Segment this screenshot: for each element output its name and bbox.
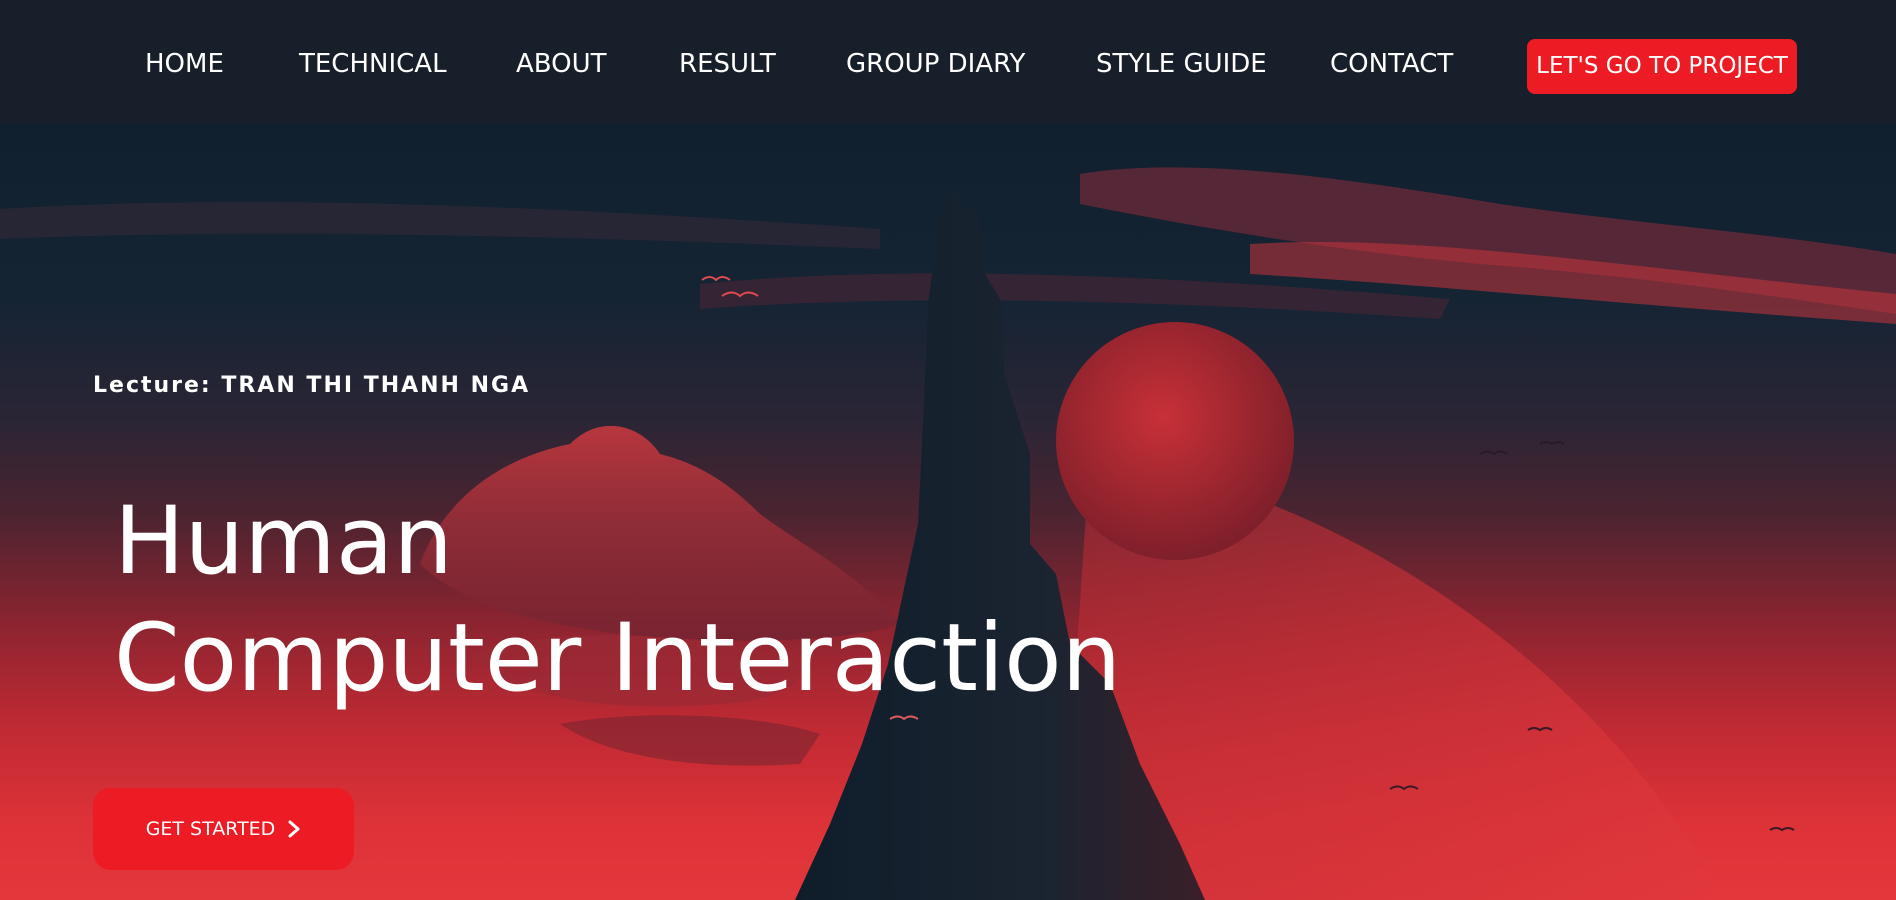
- nav-group-diary-link[interactable]: GROUP DIARY: [846, 48, 1025, 80]
- hero-section: Lecture: TRAN THI THANH NGA Human Comput…: [0, 124, 1896, 900]
- top-navigation-bar: HOME TECHNICAL ABOUT RESULT GROUP DIARY …: [0, 0, 1896, 124]
- nav-home-link[interactable]: HOME: [145, 48, 224, 80]
- moon-shape: [1056, 322, 1294, 560]
- hero-title-line-2: Computer Interaction: [114, 604, 1122, 713]
- nav-about-link[interactable]: ABOUT: [516, 48, 607, 80]
- nav-contact-link[interactable]: CONTACT: [1330, 48, 1453, 80]
- nav-style-guide-link[interactable]: STYLE GUIDE: [1096, 48, 1267, 80]
- chevron-right-icon: [288, 820, 300, 838]
- get-started-label: GET STARTED: [145, 818, 276, 840]
- lets-go-to-project-button[interactable]: LET'S GO TO PROJECT: [1527, 39, 1797, 94]
- lecture-label: Lecture: TRAN THI THANH NGA: [93, 373, 531, 398]
- nav-technical-link[interactable]: TECHNICAL: [299, 48, 447, 80]
- get-started-button[interactable]: GET STARTED: [93, 788, 354, 870]
- nav-result-link[interactable]: RESULT: [679, 48, 776, 80]
- hero-title-line-1: Human: [114, 487, 454, 596]
